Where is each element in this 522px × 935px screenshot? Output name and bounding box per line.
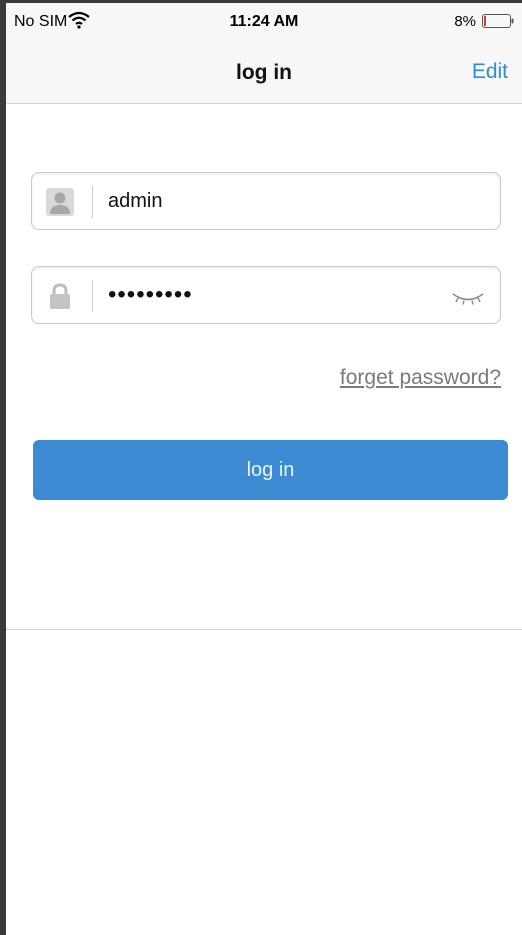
username-field[interactable] xyxy=(31,172,501,230)
divider xyxy=(6,629,522,630)
navigation-bar: log in Edit xyxy=(6,43,522,104)
field-separator xyxy=(92,280,93,312)
battery-percent: 8% xyxy=(454,13,476,30)
edit-button[interactable]: Edit xyxy=(472,60,508,84)
login-button[interactable]: log in xyxy=(33,440,508,500)
password-field[interactable] xyxy=(31,266,501,324)
clock: 11:24 AM xyxy=(229,13,299,30)
status-bar: No SIM 11:24 AM 8% xyxy=(6,3,522,43)
lock-icon xyxy=(50,283,70,309)
battery-low-icon xyxy=(482,14,514,28)
page-title: log in xyxy=(236,61,292,84)
field-separator xyxy=(92,186,93,218)
password-input[interactable] xyxy=(108,267,438,323)
forget-password-link[interactable]: forget password? xyxy=(340,366,501,390)
device-frame-left xyxy=(0,0,6,935)
eye-closed-icon[interactable] xyxy=(450,285,486,309)
battery-fill xyxy=(484,16,486,26)
user-icon xyxy=(46,188,74,216)
username-input[interactable] xyxy=(108,173,438,229)
